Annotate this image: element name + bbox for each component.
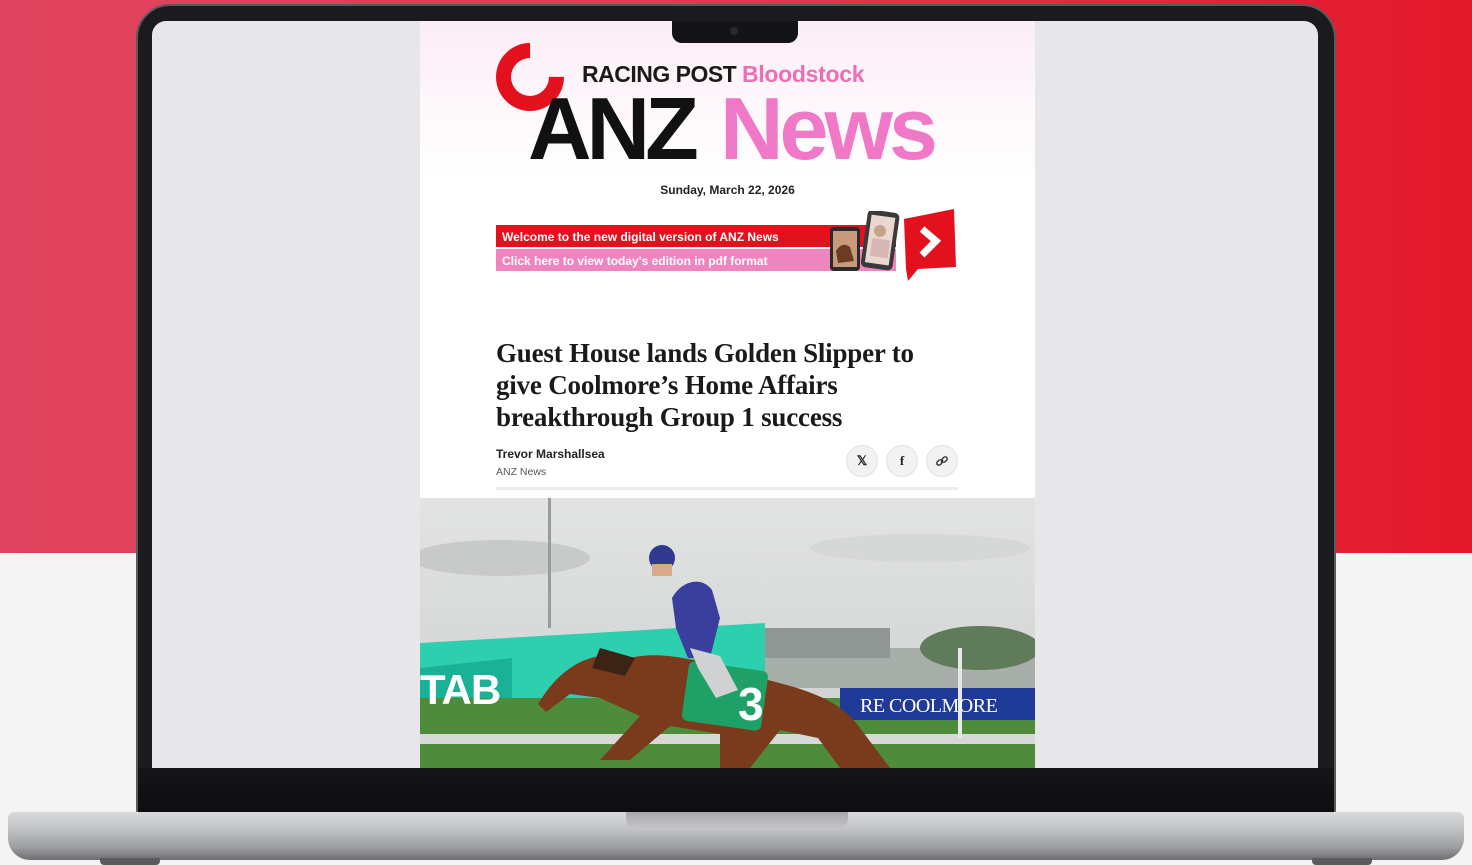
digital-edition-banner[interactable]: Welcome to the new digital version of AN… (496, 211, 900, 271)
masthead-anz: ANZ (528, 79, 699, 178)
article-hero-photo[interactable]: 3 TAB RE COOLMORE (420, 498, 1035, 768)
phone-illustration-icon (830, 211, 900, 271)
article-headline[interactable]: Guest House lands Golden Slipper to give… (496, 337, 956, 433)
link-icon (936, 456, 948, 466)
banner-chevron-right-icon[interactable] (898, 209, 958, 281)
edition-date: Sunday, March 22, 2026 (660, 183, 795, 197)
facebook-icon: f (899, 453, 905, 468)
newsletter-page[interactable]: RACING POST Bloodstock ANZ News Sunday, … (420, 21, 1035, 768)
copy-link-button[interactable] (926, 445, 958, 477)
x-icon: 𝕏 (856, 453, 868, 468)
share-x-button[interactable]: 𝕏 (846, 445, 878, 477)
article-outlet: ANZ News (496, 466, 547, 478)
laptop-chin (138, 768, 1334, 812)
laptop-opening-notch (626, 812, 848, 830)
laptop-base (8, 812, 1464, 860)
laptop-foot-right (1312, 858, 1372, 865)
coolmore-sponsor-sign: RE COOLMORE (860, 695, 998, 717)
race-horse-image: 3 (420, 498, 1035, 768)
laptop-screen: RACING POST Bloodstock ANZ News Sunday, … (152, 21, 1318, 768)
camera-icon (730, 27, 738, 35)
header-divider (496, 487, 958, 490)
laptop-foot-left (100, 858, 160, 865)
share-facebook-button[interactable]: f (886, 445, 918, 477)
camera-notch (672, 21, 798, 43)
article-author[interactable]: Trevor Marshallsea (496, 447, 605, 461)
masthead-news: News (720, 79, 938, 178)
tab-sponsor-sign: TAB (420, 666, 501, 713)
svg-text:3: 3 (738, 678, 764, 730)
